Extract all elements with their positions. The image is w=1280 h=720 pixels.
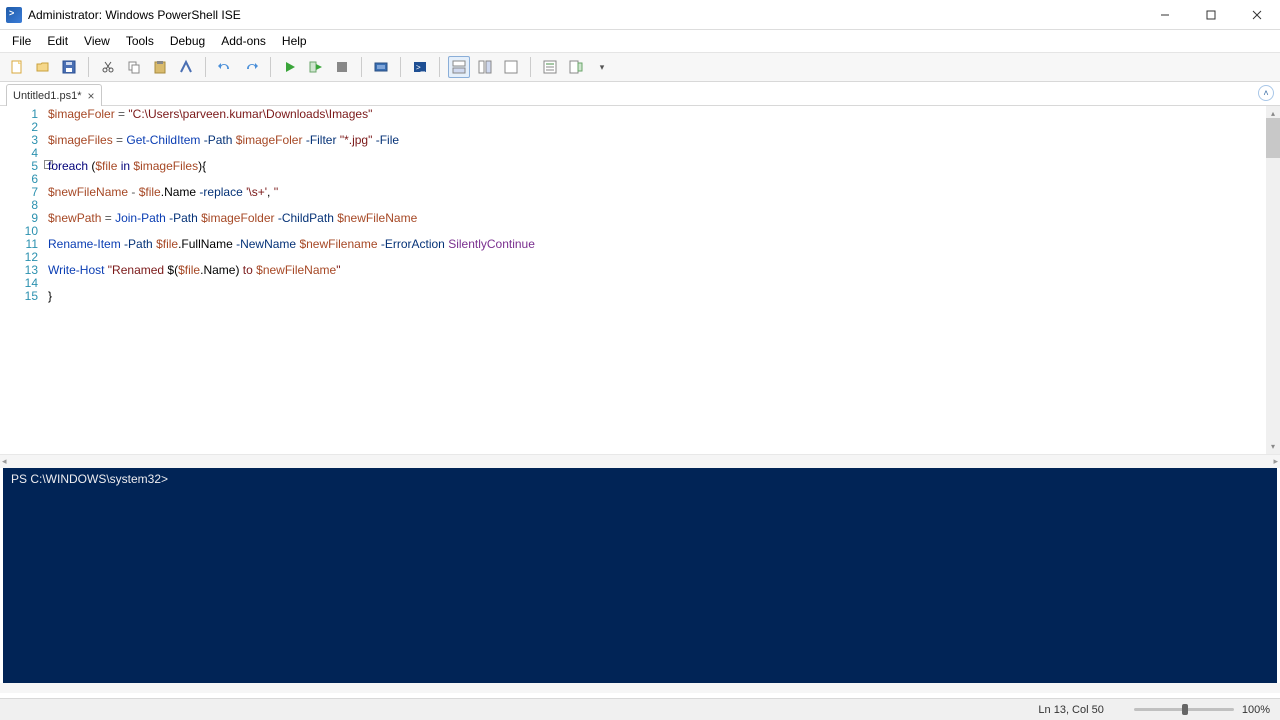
code-area[interactable]: $imageFoler = "C:\Users\parveen.kumar\Do… [44,106,1280,454]
zoom-slider[interactable] [1134,708,1234,711]
toolbar-separator [439,57,440,77]
show-script-right-icon[interactable] [474,56,496,78]
tab-untitled1[interactable]: Untitled1.ps1* × [6,84,102,106]
close-button[interactable] [1234,0,1280,30]
code-line[interactable]: Rename-Item -Path $file.FullName -NewNam… [48,238,1280,251]
clear-icon[interactable] [175,56,197,78]
menubar: File Edit View Tools Debug Add-ons Help [0,30,1280,52]
maximize-button[interactable] [1188,0,1234,30]
code-line[interactable]: $newPath = Join-Path -Path $imageFolder … [48,212,1280,225]
zoom-slider-knob[interactable] [1182,704,1188,715]
stop-icon[interactable] [331,56,353,78]
menu-help[interactable]: Help [274,32,315,50]
code-line[interactable]: Write-Host "Renamed $($file.Name) to $ne… [48,264,1280,277]
menu-tools[interactable]: Tools [118,32,162,50]
titlebar: Administrator: Windows PowerShell ISE [0,0,1280,30]
show-script-max-icon[interactable] [500,56,522,78]
code-line[interactable] [48,277,1280,290]
menu-edit[interactable]: Edit [39,32,76,50]
scroll-down-icon[interactable]: ▾ [1267,440,1279,453]
svg-text:>_: >_ [416,63,426,72]
collapse-script-pane-icon[interactable]: ˄ [1258,85,1274,101]
code-line[interactable] [48,147,1280,160]
cursor-position: Ln 13, Col 50 [1038,704,1103,716]
copy-icon[interactable] [123,56,145,78]
code-line[interactable]: $imageFiles = Get-ChildItem -Path $image… [48,134,1280,147]
tab-label: Untitled1.ps1* [13,90,82,102]
status-bar: Ln 13, Col 50 100% [0,698,1280,720]
script-editor[interactable]: 123456789101112131415 − $imageFoler = "C… [0,106,1280,454]
undo-icon[interactable] [214,56,236,78]
zoom-level: 100% [1242,704,1270,716]
menu-view[interactable]: View [76,32,118,50]
run-script-icon[interactable] [279,56,301,78]
toolbar-separator [400,57,401,77]
toolbar-separator [205,57,206,77]
new-file-icon[interactable] [6,56,28,78]
code-line[interactable]: } [48,290,1280,303]
console-bottom-gap [0,683,1280,693]
window-title: Administrator: Windows PowerShell ISE [28,8,1142,22]
menu-addons[interactable]: Add-ons [213,32,274,50]
powershell-console-icon[interactable]: >_ [409,56,431,78]
window-controls [1142,0,1280,30]
paste-icon[interactable] [149,56,171,78]
toolbar-overflow-icon[interactable]: ▾ [591,56,613,78]
tab-strip: Untitled1.ps1* × ˄ [0,82,1280,106]
code-line[interactable]: foreach ($file in $imageFiles){ [48,160,1280,173]
app-icon [6,7,22,23]
toolbar-separator [88,57,89,77]
toolbar-separator [270,57,271,77]
toolbar: >_ ▾ [0,52,1280,82]
scroll-up-icon[interactable]: ▴ [1267,107,1279,120]
code-line[interactable]: $imageFoler = "C:\Users\parveen.kumar\Do… [48,108,1280,121]
horizontal-scrollbar[interactable]: ◂▸ [0,454,1280,468]
open-file-icon[interactable] [32,56,54,78]
vertical-scrollbar[interactable]: ▴ ▾ [1266,106,1280,454]
tab-close-icon[interactable]: × [88,89,95,103]
menu-file[interactable]: File [4,32,39,50]
scrollbar-thumb[interactable] [1266,118,1280,158]
save-icon[interactable] [58,56,80,78]
show-command-addon-icon[interactable] [565,56,587,78]
toolbar-separator [361,57,362,77]
code-line[interactable]: $newFileName - $file.Name -replace '\s+'… [48,186,1280,199]
console-prompt: PS C:\WINDOWS\system32> [11,472,168,486]
cut-icon[interactable] [97,56,119,78]
run-selection-icon[interactable] [305,56,327,78]
minimize-button[interactable] [1142,0,1188,30]
remote-icon[interactable] [370,56,392,78]
toolbar-separator [530,57,531,77]
show-command-icon[interactable] [539,56,561,78]
menu-debug[interactable]: Debug [162,32,213,50]
redo-icon[interactable] [240,56,262,78]
line-number-gutter: 123456789101112131415 [0,106,44,454]
console-pane[interactable]: PS C:\WINDOWS\system32> [3,468,1277,683]
show-script-pane-icon[interactable] [448,56,470,78]
